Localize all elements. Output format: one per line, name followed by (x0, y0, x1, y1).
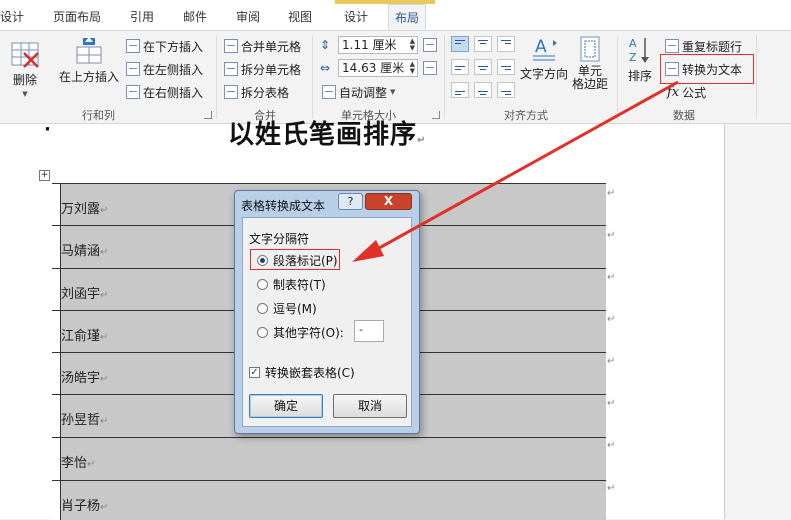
annotation-arrow (352, 80, 679, 262)
